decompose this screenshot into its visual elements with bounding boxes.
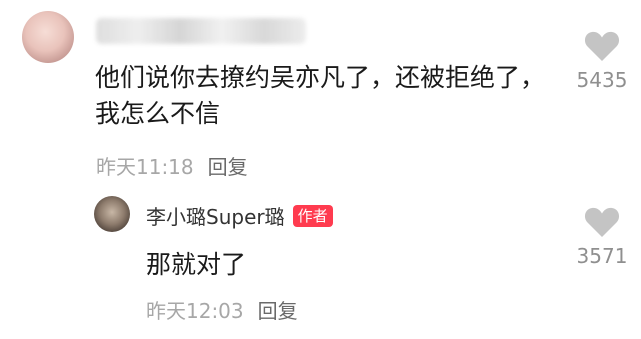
comment-like-button[interactable]: 5435 [562,30,641,92]
heart-icon [584,31,620,61]
reply-avatar[interactable] [94,196,130,232]
reply-like-count: 3571 [576,244,628,268]
reply-like-button[interactable]: 3571 [562,206,641,268]
comment-like-count: 5435 [576,68,628,92]
reply-user: 李小璐Super璐 作者 [146,201,333,230]
comment-reply-button[interactable]: 回复 [208,151,248,180]
comment-meta: 昨天11:18 回复 [96,151,248,180]
commenter-avatar[interactable] [22,11,74,63]
commenter-name-blurred[interactable] [96,18,306,44]
heart-icon [584,207,620,237]
reply-reply-button[interactable]: 回复 [258,295,298,324]
reply-timestamp: 昨天12:03 [146,299,244,323]
reply-username[interactable]: 李小璐Super璐 [146,201,285,230]
comment-timestamp: 昨天11:18 [96,155,194,179]
author-badge: 作者 [292,204,333,227]
comment-text: 他们说你去撩约吴亦凡了，还被拒绝了，我怎么不信 [95,63,546,128]
reply-text: 那就对了 [146,250,247,279]
reply-meta: 昨天12:03 回复 [146,295,298,324]
